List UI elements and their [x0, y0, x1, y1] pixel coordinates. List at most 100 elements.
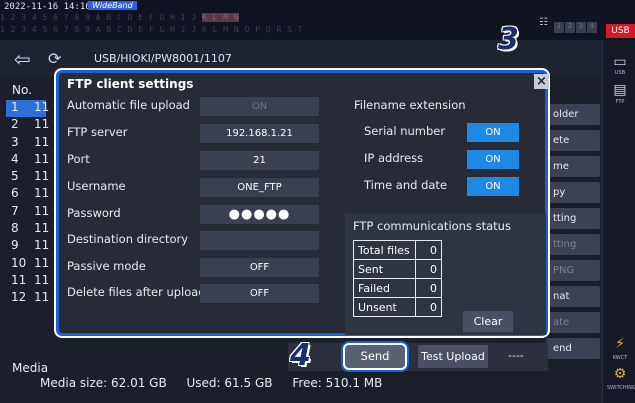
file-row-number: 11: [11, 272, 27, 287]
password-label: Password: [67, 206, 121, 220]
file-row-name: 11: [34, 186, 50, 201]
right-function-strip: ▭ USB ▤ FTP ⚡ KWCT ⚙ SWITCHING: [602, 40, 635, 403]
net-slot: 2: [565, 22, 575, 33]
passive-mode-field[interactable]: OFF: [200, 258, 319, 277]
media-free: Free: 510.1 MB: [292, 376, 383, 390]
side-button[interactable]: ete: [546, 130, 600, 151]
status-label: Failed: [353, 278, 416, 298]
status-row: Unsent 0: [353, 297, 442, 317]
ftp-client-settings-dialog: FTP client settings × Automatic file upl…: [56, 70, 549, 336]
file-row[interactable]: 5 11: [6, 169, 50, 186]
delete-files-after-upload-field[interactable]: OFF: [200, 284, 319, 303]
side-buttons: older ete me py tting tting PNG nat ate end: [546, 104, 600, 364]
back-arrow-icon[interactable]: ⇦: [14, 47, 31, 71]
media-used: Used: 61.5 GB: [186, 376, 273, 390]
side-button[interactable]: me: [546, 156, 600, 177]
file-row[interactable]: 4 11: [6, 151, 50, 169]
status-table: Total files 0 Sent 0 Failed 0 Unsent 0: [353, 240, 442, 317]
side-button[interactable]: nat: [546, 286, 600, 307]
file-row-name: 11: [34, 151, 50, 166]
file-row-number: 12: [11, 290, 27, 305]
channel-row-2: 1 2 3 4 5 6 7 8 9 A B C D E F G H I J K …: [0, 25, 304, 34]
side-button[interactable]: py: [546, 182, 600, 203]
switching-label: SWITCHING: [607, 385, 635, 391]
file-row[interactable]: 12 11: [6, 290, 49, 307]
send-button[interactable]: Send: [345, 345, 405, 368]
ip-address-toggle[interactable]: ON: [467, 150, 519, 169]
side-button[interactable]: older: [546, 104, 600, 125]
file-row-number: 8: [11, 221, 19, 236]
file-row[interactable]: 8 11: [6, 221, 50, 238]
file-row-name: 11: [34, 169, 50, 184]
file-row[interactable]: 9 11: [6, 238, 50, 255]
channel-row-1: 1 2 3 4 5 6 7 8 9 A B C D E F G H I J K …: [0, 13, 240, 22]
kwct-icon[interactable]: ⚡: [611, 336, 629, 352]
upload-status-text: ----: [508, 349, 524, 362]
file-row-number: 10: [11, 255, 27, 270]
passive-mode-label: Passive mode: [67, 259, 146, 273]
status-row: Failed 0: [353, 278, 442, 298]
usb-tag: USB: [606, 24, 635, 38]
file-row[interactable]: 10 11: [6, 255, 49, 273]
serial-number-toggle[interactable]: ON: [467, 123, 519, 142]
file-row[interactable]: 11 11: [6, 272, 50, 290]
status-row: Sent 0: [353, 259, 442, 279]
filename-extension-title: Filename extension: [354, 98, 466, 112]
port-label: Port: [67, 152, 90, 166]
clear-button[interactable]: Clear: [463, 311, 513, 332]
automatic-file-upload-field[interactable]: ON: [200, 97, 319, 116]
status-value: 0: [415, 259, 442, 279]
time-and-date-label: Time and date: [364, 178, 448, 192]
port-field[interactable]: 21: [200, 151, 319, 170]
ftp-label: FTP: [615, 99, 625, 105]
refresh-icon[interactable]: ⟳: [48, 49, 61, 68]
side-button[interactable]: ate: [546, 312, 600, 333]
file-row-number: 2: [11, 117, 19, 132]
status-value: 0: [415, 240, 442, 260]
test-upload-button[interactable]: Test Upload: [418, 345, 488, 368]
username-field[interactable]: ONE_FTP: [200, 178, 319, 197]
current-path: USB/HIOKI/PW8001/1107: [94, 52, 232, 65]
usb-label: USB: [614, 70, 626, 76]
top-status-bar: 2022-11-16 14:16:37 WideBand 1 2 3 4 5 6…: [0, 0, 635, 53]
kwct-label: KWCT: [612, 355, 628, 361]
usb-drive-icon[interactable]: ▭: [611, 54, 629, 70]
media-info: Media size: 62.01 GB Used: 61.5 GB Free:…: [40, 376, 398, 390]
password-field[interactable]: ●●●●●: [200, 205, 319, 224]
file-row-number: 4: [11, 151, 19, 166]
ftp-server-field[interactable]: 192.168.1.21: [200, 124, 319, 143]
ftp-server-icon[interactable]: ▤: [611, 82, 629, 98]
file-row[interactable]: 1 11: [6, 100, 49, 118]
side-button[interactable]: tting: [546, 208, 600, 229]
file-row-name: 11: [34, 221, 50, 236]
file-row-name: 11: [34, 117, 50, 132]
file-row-name: 11: [34, 203, 50, 218]
close-icon[interactable]: ×: [534, 74, 549, 89]
destination-directory-field[interactable]: [200, 231, 319, 250]
media-label: Media: [12, 361, 49, 375]
file-row[interactable]: 3 11: [6, 135, 49, 152]
callout-step-4: 4: [290, 338, 311, 373]
file-list-header: No.: [12, 83, 32, 97]
automatic-file-upload-label: Automatic file upload: [67, 98, 190, 112]
ftp-server-label: FTP server: [67, 125, 128, 139]
callout-step-3: 3: [498, 22, 519, 57]
delete-files-after-upload-label: Delete files after upload: [67, 285, 206, 299]
file-row[interactable]: 7 11: [6, 203, 50, 221]
file-row[interactable]: 6 11: [6, 186, 50, 203]
file-row-name: 11: [34, 238, 50, 253]
side-button[interactable]: end: [546, 338, 600, 359]
status-label: Unsent: [353, 297, 416, 317]
side-button[interactable]: tting: [546, 234, 600, 255]
time-and-date-toggle[interactable]: ON: [467, 177, 519, 196]
status-title: FTP communications status: [353, 219, 511, 233]
side-button[interactable]: PNG: [546, 260, 600, 281]
status-label: Total files: [353, 240, 416, 260]
switching-icon[interactable]: ⚙: [611, 366, 629, 382]
ftp-status-panel: FTP communications status Total files 0 S…: [345, 213, 546, 335]
file-row-name: 11: [34, 272, 50, 287]
file-row[interactable]: 2 11: [6, 117, 50, 134]
dialog-title: FTP client settings: [67, 77, 194, 91]
media-size: Media size: 62.01 GB: [40, 376, 167, 390]
network-icon: ☷: [539, 17, 548, 28]
